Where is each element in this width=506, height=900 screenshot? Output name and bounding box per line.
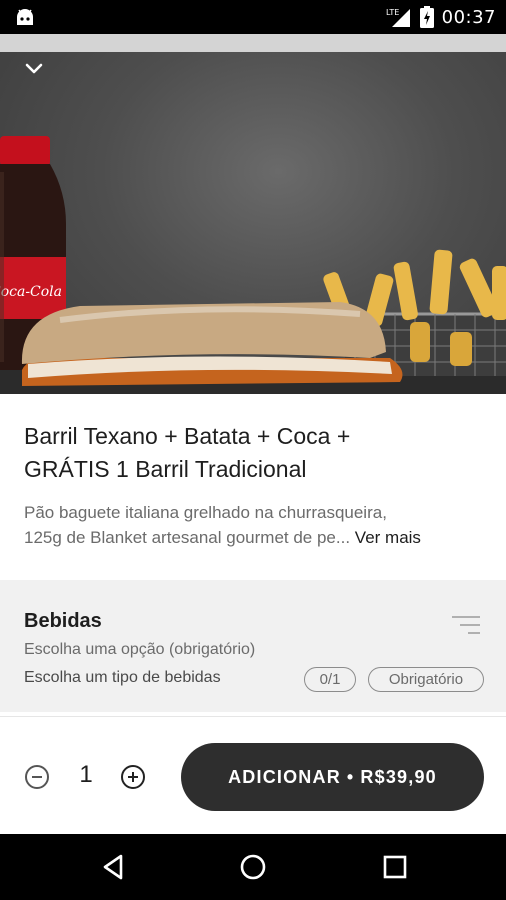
chevron-down-icon <box>25 63 43 74</box>
recents-square-icon[interactable] <box>380 852 410 882</box>
network-label: LTE <box>386 8 399 17</box>
bottom-action-bar: 1 ADICIONAR • R$39,90 <box>0 716 506 834</box>
minus-circle-icon[interactable] <box>24 764 50 790</box>
section-title: Bebidas <box>24 610 102 632</box>
quantity-value: 1 <box>79 761 93 788</box>
product-photo-illustration: Coca-Cola <box>0 136 506 394</box>
section-subtitle: Escolha uma opção (obrigatório) <box>24 641 256 658</box>
add-button-price: R$39,90 <box>360 766 437 787</box>
status-bar: LTE 00:37 <box>0 0 506 34</box>
top-divider <box>0 34 506 52</box>
add-button-separator: • <box>346 766 355 787</box>
battery-icon <box>419 6 434 28</box>
description-line1: Pão baguete italiana grelhado na churras… <box>24 503 387 522</box>
add-button-label: ADICIONAR <box>228 766 341 787</box>
system-nav-bar <box>0 834 506 900</box>
collapse-button[interactable] <box>24 62 56 94</box>
bottle-label: Coca-Cola <box>0 284 62 300</box>
description-line2: 125g de Blanket artesanal gourmet de pe.… <box>24 528 351 547</box>
back-triangle-icon[interactable] <box>99 852 129 882</box>
sort-lines-icon <box>452 616 480 634</box>
home-circle-icon[interactable] <box>238 852 268 882</box>
status-time: 00:37 <box>441 6 496 28</box>
sandwich-image <box>21 302 403 386</box>
section-hint: Escolha um tipo de bebidas <box>24 669 221 686</box>
beverages-section[interactable]: Bebidas Escolha uma opção (obrigatório) … <box>0 580 506 712</box>
product-title-line1: Barril Texano + Batata + Coca + <box>24 423 351 449</box>
product-title: Barril Texano + Batata + Coca + GRÁTIS 1… <box>24 420 494 486</box>
see-more-link[interactable]: Ver mais <box>355 528 421 547</box>
product-image: Coca-Cola <box>0 52 506 394</box>
required-badge: Obrigatório <box>368 667 484 692</box>
selection-count-badge: 0/1 <box>304 667 356 692</box>
add-to-cart-button[interactable]: ADICIONAR • R$39,90 <box>181 743 484 811</box>
android-icon <box>17 9 33 25</box>
plus-circle-icon[interactable] <box>120 764 146 790</box>
product-description: Pão baguete italiana grelhado na churras… <box>24 500 490 550</box>
signal-icon: LTE <box>386 8 410 27</box>
product-title-line2: GRÁTIS 1 Barril Tradicional <box>24 456 307 482</box>
